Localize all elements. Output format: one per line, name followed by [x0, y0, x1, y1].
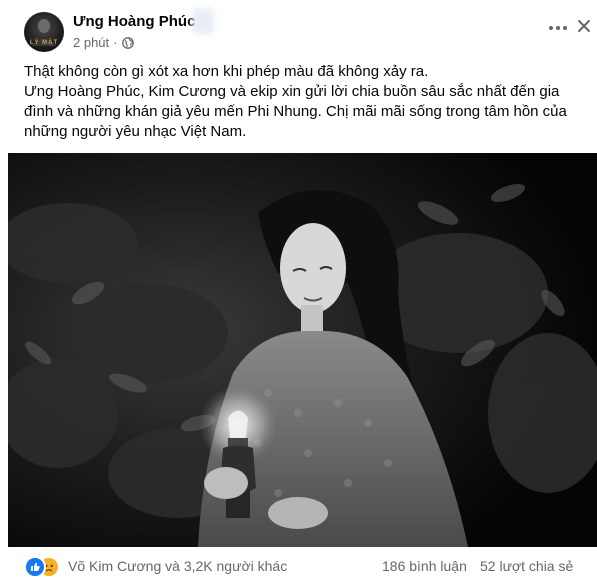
more-options-icon[interactable] — [548, 18, 568, 38]
photo-illustration — [8, 153, 597, 547]
avatar-text: LÝ MẶT — [29, 40, 59, 46]
post-footer: Võ Kim Cương và 3,2K người khác 186 bình… — [24, 556, 589, 578]
post-text: Thật không còn gì xót xa hơn khi phép mà… — [24, 62, 584, 142]
author-name[interactable]: Ưng Hoàng Phúc — [73, 13, 195, 30]
reactors-text[interactable]: Võ Kim Cương và 3,2K người khác — [68, 558, 287, 574]
post-meta: 2 phút · — [73, 35, 134, 50]
close-icon[interactable] — [576, 18, 592, 34]
post-text-line-1: Thật không còn gì xót xa hơn khi phép mà… — [24, 63, 429, 80]
post-time[interactable]: 2 phút — [73, 35, 109, 50]
meta-separator: · — [113, 35, 118, 50]
post-text-line-2: Ưng Hoàng Phúc, Kim Cương và ekip xin gử… — [24, 83, 567, 140]
shares-count[interactable]: 52 lượt chia sẻ — [480, 558, 573, 574]
comments-count[interactable]: 186 bình luận — [382, 558, 467, 574]
blurred-badge — [192, 8, 214, 34]
post-photo[interactable] — [8, 153, 597, 547]
avatar-portrait — [32, 19, 56, 46]
reaction-icons[interactable] — [24, 556, 64, 578]
facebook-post: LÝ MẶT Ưng Hoàng Phúc 2 phút · Thật khôn… — [0, 0, 597, 586]
like-icon — [24, 556, 46, 578]
avatar[interactable]: LÝ MẶT — [24, 12, 64, 52]
globe-icon[interactable] — [121, 36, 134, 49]
